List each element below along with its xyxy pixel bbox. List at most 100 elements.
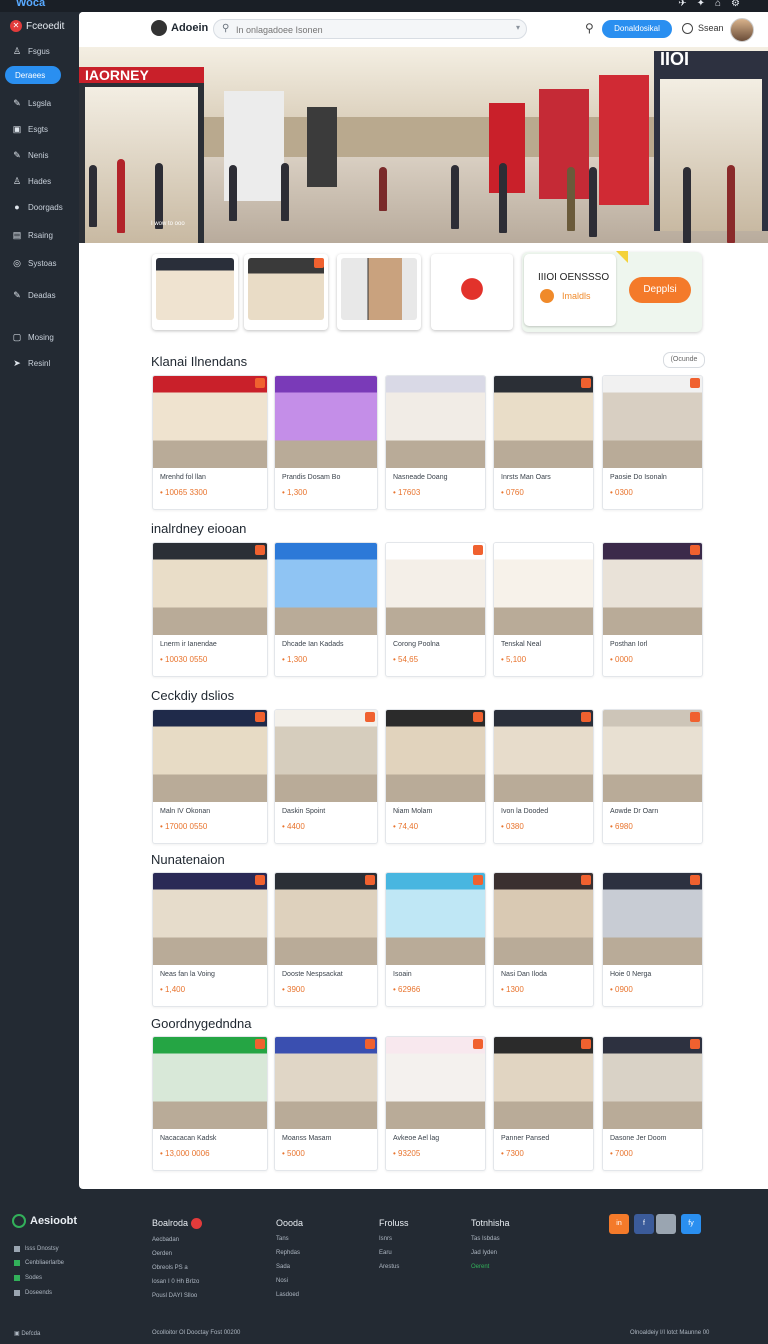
product-card[interactable]: Inrsts Man Oars • 0760 [493, 375, 594, 510]
bookmark-icon[interactable] [255, 378, 265, 388]
search-bar[interactable]: ⚲ ▾ [213, 19, 527, 39]
featured-tile[interactable] [244, 254, 328, 330]
bookmark-icon[interactable] [365, 875, 375, 885]
bookmark-icon[interactable] [473, 1039, 483, 1049]
sidebar-item-4[interactable]: ▣ Esgts [12, 124, 72, 135]
product-card[interactable]: Neas fan la Voing • 1,400 [152, 872, 268, 1007]
primary-action-button[interactable]: Donaldosikal [602, 20, 672, 38]
product-card[interactable]: Lnerm ir Ianendae • 10030 0550 [152, 542, 268, 677]
footer-link[interactable]: lsss Dnostsy [14, 1246, 59, 1252]
product-card[interactable]: Dhcade Ian Kadads • 1,300 [274, 542, 378, 677]
product-card[interactable]: Nasi Dan Iloda • 1300 [493, 872, 594, 1007]
footer-link[interactable]: Pousl DAYI Slloo [152, 1289, 202, 1303]
footer-link[interactable]: Nosi [276, 1274, 303, 1288]
product-card[interactable]: Niam Molam • 74,40 [385, 709, 486, 844]
home-icon[interactable]: ⌂ [715, 0, 731, 9]
footer-link[interactable]: Rephdas [276, 1246, 303, 1260]
product-card[interactable]: Isoain • 62966 [385, 872, 486, 1007]
footer-logo[interactable]: Aesioobt [12, 1214, 77, 1228]
product-card[interactable]: Moanss Masam • 5000 [274, 1036, 378, 1171]
bookmark-icon[interactable] [255, 875, 265, 885]
admin-avatar[interactable] [151, 20, 167, 36]
bookmark-icon[interactable] [473, 545, 483, 555]
footer-link[interactable]: Sada [276, 1260, 303, 1274]
product-card[interactable]: Panner Pansed • 7300 [493, 1036, 594, 1171]
bookmark-icon[interactable] [255, 1039, 265, 1049]
bookmark-icon[interactable] [365, 1039, 375, 1049]
bookmark-icon[interactable] [690, 1039, 700, 1049]
bookmark-icon[interactable] [690, 378, 700, 388]
footer-link[interactable]: Sodes [14, 1275, 42, 1281]
product-card[interactable]: Mrenhd fol llan • 10065 3300 [152, 375, 268, 510]
pin-icon[interactable]: ✦ [697, 0, 715, 9]
sidebar-logo[interactable]: ✕ Fceoedit [10, 20, 64, 32]
search-icon[interactable]: ⚲ [585, 21, 594, 35]
product-card[interactable]: Posthan Iorl • 0000 [602, 542, 703, 677]
instagram-icon[interactable]: in [609, 1214, 629, 1234]
featured-tile[interactable] [337, 254, 421, 330]
sidebar-item-2[interactable]: Deraees [5, 66, 61, 84]
sidebar-item-12[interactable]: ➤ Resinl [12, 358, 72, 369]
product-card[interactable]: Hoie 0 Nerga • 0900 [602, 872, 703, 1007]
search-input[interactable] [234, 22, 508, 38]
featured-tile[interactable] [152, 254, 238, 330]
footer-link[interactable]: Obreols PS a [152, 1261, 202, 1275]
see-all-link[interactable]: (Ocunde [663, 352, 705, 368]
bookmark-icon[interactable] [255, 545, 265, 555]
footer-link[interactable]: Tas Isbdas [471, 1232, 510, 1246]
app-brand[interactable]: Woca [16, 0, 45, 9]
chevron-down-icon[interactable]: ▾ [516, 23, 520, 32]
product-card[interactable]: Dooste Nespsackat • 3900 [274, 872, 378, 1007]
product-card[interactable]: Maln IV Okonan • 17000 0550 [152, 709, 268, 844]
bird-icon[interactable]: ✈ [678, 0, 696, 9]
footer-link[interactable]: Isnrs [379, 1232, 409, 1246]
sidebar-item-9[interactable]: ◎ Systoas [12, 258, 72, 269]
bookmark-icon[interactable] [690, 712, 700, 722]
footer-link[interactable]: losan I 0 Hh Brlzo [152, 1275, 202, 1289]
product-card[interactable]: Daskin Spoint • 4400 [274, 709, 378, 844]
product-card[interactable]: Avkeoe Ael lag • 93205 [385, 1036, 486, 1171]
bookmark-icon[interactable] [255, 712, 265, 722]
product-card[interactable]: Aowde Dr Oarn • 6980 [602, 709, 703, 844]
bookmark-icon[interactable] [581, 875, 591, 885]
footer-link[interactable]: Earu [379, 1246, 409, 1260]
product-card[interactable]: Prandis Dosam Bo • 1,300 [274, 375, 378, 510]
user-avatar[interactable] [730, 18, 754, 42]
bookmark-icon[interactable] [473, 712, 483, 722]
bookmark-icon[interactable] [365, 712, 375, 722]
bookmark-icon[interactable] [581, 712, 591, 722]
footer-link[interactable]: Oerden [152, 1247, 202, 1261]
profile-icon[interactable] [656, 1214, 676, 1234]
product-card[interactable]: Dasone Jer Doom • 7000 [602, 1036, 703, 1171]
footer-link[interactable]: Aecbadan [152, 1233, 202, 1247]
footer-link[interactable]: Doseends [14, 1290, 52, 1296]
footer-link[interactable]: Arestus [379, 1260, 409, 1274]
footer-link[interactable]: Jad Iyden [471, 1246, 510, 1260]
twitter-icon[interactable]: fy [681, 1214, 701, 1234]
bookmark-icon[interactable] [581, 1039, 591, 1049]
bookmark-icon[interactable] [690, 545, 700, 555]
footer-link[interactable]: Oerent [471, 1260, 510, 1274]
footer-link[interactable]: Cenbliaerlarbe [14, 1260, 64, 1266]
product-card[interactable]: Nasneade Doang • 17603 [385, 375, 486, 510]
footer-link[interactable]: Tans [276, 1232, 303, 1246]
sidebar-item-5[interactable]: ✎ Nenis [12, 150, 72, 161]
sidebar-item-8[interactable]: ▤ Rsaing [12, 230, 72, 241]
bookmark-icon[interactable] [690, 875, 700, 885]
product-card[interactable]: Tenskal Neal • 5,100 [493, 542, 594, 677]
featured-tile[interactable] [431, 254, 513, 330]
sidebar-item-11[interactable]: ▢ Mosing [12, 332, 72, 343]
product-card[interactable]: Paosie Do Isonaln • 0300 [602, 375, 703, 510]
sidebar-item-6[interactable]: ♙ Hades [12, 176, 72, 187]
product-card[interactable]: Corong Poolna • 54,65 [385, 542, 486, 677]
promo-button[interactable]: Depplsi [629, 277, 691, 303]
sidebar-item-7[interactable]: ● Doorgads [12, 202, 72, 212]
bookmark-icon[interactable] [473, 875, 483, 885]
footer-link[interactable]: Lasdoed [276, 1288, 303, 1302]
product-card[interactable]: Nacacacan Kadsk • 13,000 0006 [152, 1036, 268, 1171]
sidebar-item-10[interactable]: ✎ Deadas [12, 290, 72, 301]
settings-icon[interactable]: ⚙ [731, 0, 750, 9]
sidebar-item-1[interactable]: ♙ Fsgus [12, 46, 72, 57]
facebook-icon[interactable]: f [634, 1214, 654, 1234]
sidebar-item-3[interactable]: ✎ Lsgsla [12, 98, 72, 109]
